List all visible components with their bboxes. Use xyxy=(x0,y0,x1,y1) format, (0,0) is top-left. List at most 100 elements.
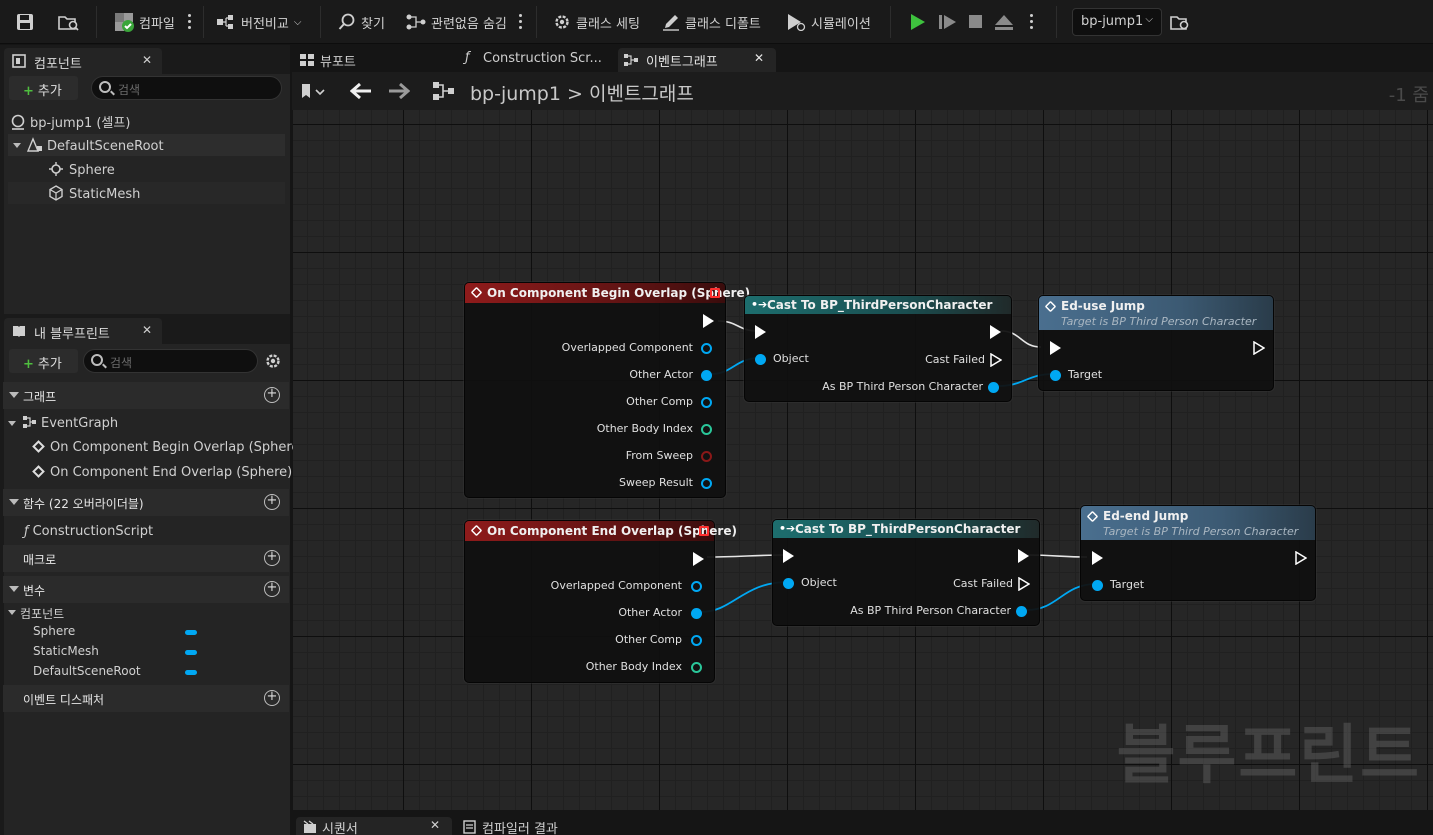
tab-components-label: 컴포넌트 xyxy=(34,57,82,72)
tab-event-graph[interactable]: 이벤트그래프 ✕ xyxy=(618,48,776,72)
exec-out-pin[interactable] xyxy=(1253,341,1265,355)
delegate-pin-icon[interactable] xyxy=(699,526,709,536)
integer-pin[interactable] xyxy=(691,662,702,673)
exec-in-pin[interactable] xyxy=(755,325,766,339)
exec-out-pin[interactable] xyxy=(1295,551,1307,565)
delegate-pin-icon[interactable] xyxy=(710,288,720,298)
event-item-end-overlap[interactable]: On Component End Overlap (Sphere) xyxy=(32,462,292,484)
hide-unrelated-button[interactable]: 관련없음 숨김 xyxy=(406,7,507,37)
variable-item-defaultsceneroot[interactable]: DefaultSceneRoot xyxy=(33,661,141,683)
exec-in-pin[interactable] xyxy=(783,549,794,563)
section-variables[interactable]: 변수 + xyxy=(3,576,289,603)
tab-my-blueprint[interactable]: 내 블루프린트 ✕ xyxy=(4,318,162,344)
tab-construction-script[interactable]: ƒ Construction Scr... xyxy=(457,48,612,72)
exec-out-pin[interactable] xyxy=(693,552,704,566)
object-pin[interactable] xyxy=(691,635,702,646)
stop-button[interactable] xyxy=(964,9,988,35)
node-cast-1[interactable]: •➔ Cast To BP_ThirdPersonCharacter Objec… xyxy=(744,295,1012,402)
tab-viewport[interactable]: 뷰포트 xyxy=(292,48,442,72)
tab-compiler-results[interactable]: 컴파일러 결과 xyxy=(460,818,558,835)
add-circle-icon[interactable]: + xyxy=(264,387,280,403)
object-pin[interactable] xyxy=(701,370,712,381)
close-icon[interactable]: ✕ xyxy=(430,818,440,832)
function-item-constructionscript[interactable]: ƒ ConstructionScript xyxy=(24,521,153,543)
object-pin[interactable] xyxy=(691,581,702,592)
node-use-jump[interactable]: Ed-use Jump Target is BP Third Person Ch… xyxy=(1038,295,1274,391)
node-end-jump[interactable]: Ed-end Jump Target is BP Third Person Ch… xyxy=(1080,505,1316,601)
add-member-button[interactable]: + 추가 xyxy=(9,349,78,373)
exec-out-pin[interactable] xyxy=(703,314,714,328)
find-button[interactable]: 찾기 xyxy=(338,7,385,37)
section-graphs[interactable]: 그래프 + xyxy=(3,382,289,409)
tab-sequencer[interactable]: 시퀀서 ✕ xyxy=(296,817,452,835)
event-graph-canvas[interactable]: On Component Begin Overlap (Sphere) Over… xyxy=(293,110,1433,810)
step-button[interactable] xyxy=(936,9,960,35)
node-begin-overlap[interactable]: On Component Begin Overlap (Sphere) Over… xyxy=(464,282,750,498)
close-icon[interactable]: ✕ xyxy=(142,53,152,67)
exec-out-pin[interactable] xyxy=(990,353,1002,367)
breadcrumb-root[interactable]: bp-jump1 xyxy=(470,83,561,105)
exec-out-pin[interactable] xyxy=(990,325,1001,339)
object-pin[interactable] xyxy=(988,382,999,393)
class-defaults-button[interactable]: 클래스 디폴트 xyxy=(662,7,761,37)
tab-components[interactable]: 컴포넌트 ✕ xyxy=(4,48,162,74)
object-pin[interactable] xyxy=(783,578,794,589)
tree-item-self[interactable]: bp-jump1 (셀프) xyxy=(10,109,130,131)
object-pin[interactable] xyxy=(1016,606,1027,617)
version-compare-button[interactable]: 버전비교 ⌵ xyxy=(216,7,301,37)
add-circle-icon[interactable]: + xyxy=(264,494,280,510)
compile-options-menu[interactable] xyxy=(188,12,192,32)
exec-out-pin[interactable] xyxy=(1018,577,1030,591)
add-circle-icon[interactable]: + xyxy=(264,690,280,706)
section-macros[interactable]: 매크로 + xyxy=(3,545,289,572)
struct-pin[interactable] xyxy=(701,478,712,489)
node-end-overlap[interactable]: On Component End Overlap (Sphere) Overla… xyxy=(464,520,737,683)
event-item-begin-overlap[interactable]: On Component Begin Overlap (Sphere) xyxy=(32,437,305,459)
section-event-dispatchers[interactable]: 이벤트 디스패처 + xyxy=(3,685,289,712)
boolean-pin[interactable] xyxy=(701,451,712,462)
class-settings-button[interactable]: 클래스 세팅 xyxy=(553,7,640,37)
object-pin[interactable] xyxy=(701,343,712,354)
bookmark-menu-button[interactable] xyxy=(300,82,330,102)
variable-item-sphere[interactable]: Sphere xyxy=(33,621,75,643)
object-pin[interactable] xyxy=(701,397,712,408)
pin-label: Cast Failed xyxy=(953,577,1013,590)
play-options-menu[interactable] xyxy=(1030,12,1034,32)
browse-button[interactable] xyxy=(58,7,80,37)
hide-unrelated-options-menu[interactable] xyxy=(519,12,523,32)
eject-button[interactable] xyxy=(992,9,1016,35)
add-circle-icon[interactable]: + xyxy=(264,581,280,597)
section-functions[interactable]: 함수 (22 오버라이더블) + xyxy=(3,489,289,516)
exec-in-pin[interactable] xyxy=(1050,341,1061,355)
object-pin[interactable] xyxy=(691,608,702,619)
browse-debug-button[interactable] xyxy=(1170,7,1190,37)
add-circle-icon[interactable]: + xyxy=(264,550,280,566)
exec-in-pin[interactable] xyxy=(1092,551,1103,565)
variable-item-staticmesh[interactable]: StaticMesh xyxy=(33,641,99,663)
add-component-button[interactable]: + 추가 xyxy=(9,76,78,100)
gear-icon[interactable] xyxy=(264,352,282,370)
back-arrow-icon[interactable] xyxy=(350,82,372,100)
components-search-input[interactable]: 검색 xyxy=(91,76,282,100)
save-button[interactable] xyxy=(16,7,34,37)
play-button[interactable] xyxy=(906,9,930,35)
graph-item-eventgraph[interactable]: EventGraph xyxy=(8,412,118,434)
exec-out-pin[interactable] xyxy=(1018,549,1029,563)
blueprint-debug-select[interactable]: bp-jump1 ⌵ xyxy=(1072,8,1162,36)
node-cast-2[interactable]: •➔ Cast To BP_ThirdPersonCharacter Objec… xyxy=(772,519,1040,626)
object-pin[interactable] xyxy=(755,354,766,365)
forward-arrow-icon[interactable] xyxy=(388,82,410,100)
object-pin[interactable] xyxy=(1092,580,1103,591)
simulation-button[interactable]: 시뮬레이션 xyxy=(786,7,871,37)
close-icon[interactable]: ✕ xyxy=(142,323,152,337)
tree-item-staticmesh[interactable]: StaticMesh xyxy=(8,182,285,204)
section-event-dispatchers-label: 이벤트 디스패처 xyxy=(23,693,105,707)
object-pin[interactable] xyxy=(1050,370,1061,381)
tree-item-defaultsceneroot[interactable]: DefaultSceneRoot xyxy=(8,134,285,156)
tree-item-sphere[interactable]: Sphere xyxy=(48,158,115,180)
integer-pin[interactable] xyxy=(701,424,712,435)
function-icon: ƒ xyxy=(24,524,29,539)
my-blueprint-search-input[interactable]: 검색 xyxy=(83,349,258,373)
close-icon[interactable]: ✕ xyxy=(754,51,764,65)
compile-button[interactable]: 컴파일 xyxy=(114,7,175,37)
